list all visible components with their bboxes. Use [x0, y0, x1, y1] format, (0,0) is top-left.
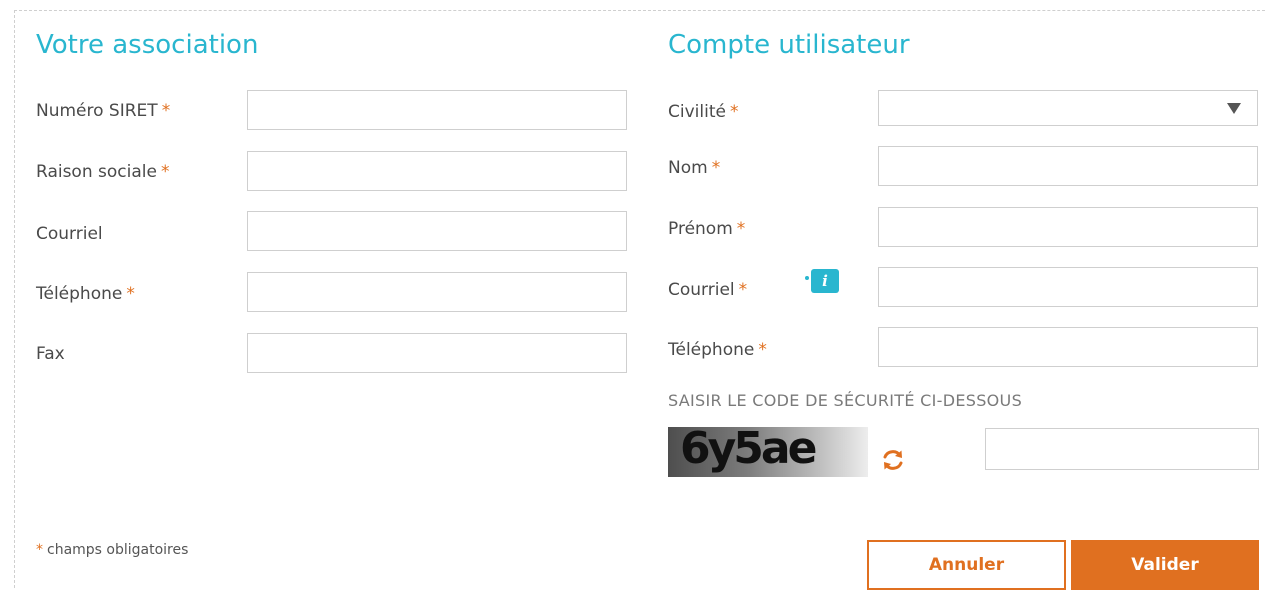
nom-label-text: Nom	[668, 158, 708, 178]
chevron-down-icon	[1227, 103, 1241, 114]
association-telephone-label: Téléphone *	[36, 283, 135, 305]
raison-sociale-input[interactable]	[247, 151, 627, 191]
captcha-label: SAISIR LE CODE DE SÉCURITÉ CI-DESSOUS	[668, 391, 1023, 410]
account-telephone-label: Téléphone *	[668, 339, 767, 361]
account-telephone-input[interactable]	[878, 327, 1258, 367]
account-courriel-label-text: Courriel	[668, 280, 735, 300]
civilite-select[interactable]	[878, 90, 1258, 126]
civilite-label: Civilité *	[668, 101, 738, 123]
required-asterisk: *	[738, 280, 748, 300]
civilite-label-text: Civilité	[668, 102, 726, 122]
association-courriel-input[interactable]	[247, 211, 627, 251]
siret-label: Numéro SIRET *	[36, 100, 170, 122]
info-tooltip-pointer	[805, 276, 809, 280]
siret-input[interactable]	[247, 90, 627, 130]
association-telephone-label-text: Téléphone	[36, 284, 123, 304]
fax-label-text: Fax	[36, 344, 65, 364]
submit-button[interactable]: Valider	[1071, 540, 1259, 590]
nom-label: Nom *	[668, 157, 720, 179]
captcha-code: 6y5ae	[680, 427, 817, 474]
raison-sociale-label: Raison sociale *	[36, 161, 169, 183]
required-asterisk: *	[736, 219, 746, 239]
refresh-icon[interactable]	[879, 446, 907, 474]
required-asterisk: *	[711, 158, 721, 178]
account-courriel-label: Courriel *	[668, 279, 747, 301]
nom-input[interactable]	[878, 146, 1258, 186]
fax-input[interactable]	[247, 333, 627, 373]
association-section-title: Votre association	[36, 30, 259, 60]
required-asterisk: *	[126, 284, 135, 304]
siret-label-text: Numéro SIRET	[36, 101, 158, 121]
cancel-button[interactable]: Annuler	[867, 540, 1066, 590]
prenom-label: Prénom *	[668, 218, 745, 240]
account-courriel-input[interactable]	[878, 267, 1258, 307]
info-icon[interactable]: i	[811, 269, 839, 293]
captcha-input[interactable]	[985, 428, 1259, 470]
form-border-top	[14, 10, 1265, 11]
required-asterisk: *	[161, 101, 171, 121]
account-section-title: Compte utilisateur	[668, 30, 910, 60]
prenom-input[interactable]	[878, 207, 1258, 247]
raison-sociale-label-text: Raison sociale	[36, 162, 157, 182]
association-courriel-label-text: Courriel	[36, 224, 103, 244]
form-border-left	[14, 10, 15, 588]
captcha-image: 6y5ae	[668, 427, 868, 477]
association-courriel-label: Courriel	[36, 223, 103, 245]
required-fields-note: * champs obligatoires	[36, 542, 188, 558]
association-telephone-input[interactable]	[247, 272, 627, 312]
required-asterisk: *	[160, 162, 170, 182]
required-asterisk: *	[729, 102, 739, 122]
required-asterisk: *	[36, 542, 43, 558]
fax-label: Fax	[36, 343, 65, 365]
required-asterisk: *	[758, 340, 767, 360]
required-note-text: champs obligatoires	[47, 542, 189, 558]
account-telephone-label-text: Téléphone	[668, 340, 755, 360]
prenom-label-text: Prénom	[668, 219, 733, 239]
